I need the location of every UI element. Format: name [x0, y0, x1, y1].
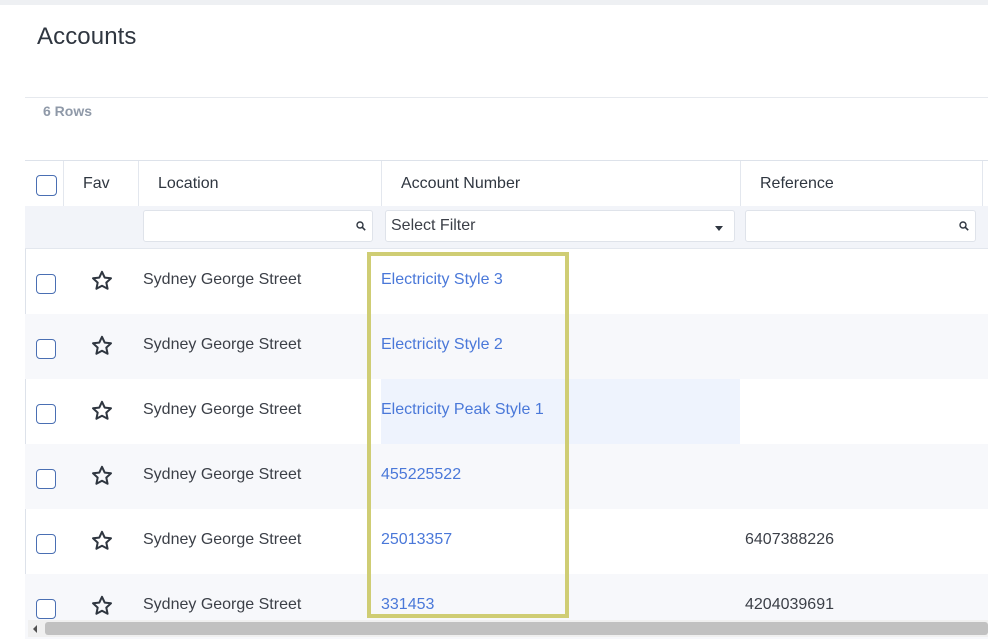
reference-cell: 6407388226 [745, 531, 834, 548]
table-row: Sydney George Street Electricity Style 3 [25, 249, 988, 314]
header-account-number-label: Account Number [401, 174, 521, 192]
table-row: Sydney George Street 25013357 6407388226 [25, 509, 988, 574]
header-reference-label: Reference [760, 174, 834, 192]
account-number-link[interactable]: Electricity Style 3 [381, 271, 503, 289]
location-cell: Sydney George Street [143, 401, 302, 418]
horizontal-scrollbar[interactable] [28, 620, 988, 637]
header-account-number[interactable]: Account Number [382, 161, 741, 206]
star-outline-icon[interactable] [90, 594, 114, 618]
row-checkbox[interactable] [36, 534, 56, 554]
account-number-filter-value: Select Filter [391, 217, 476, 234]
star-outline-icon[interactable] [90, 334, 114, 358]
row-checkbox[interactable] [36, 404, 56, 424]
magnifier-icon [356, 221, 366, 231]
header-location[interactable]: Location [139, 161, 382, 206]
scrollbar-thumb[interactable] [45, 622, 988, 635]
accounts-grid: Fav Location Account Number Reference Se… [25, 160, 988, 640]
location-cell: Sydney George Street [143, 271, 302, 288]
row-checkbox[interactable] [36, 599, 56, 619]
location-cell: Sydney George Street [143, 466, 302, 483]
location-cell: Sydney George Street [143, 336, 302, 353]
star-outline-icon[interactable] [90, 529, 114, 553]
account-number-link[interactable]: 25013357 [381, 531, 452, 549]
table-row: Sydney George Street Electricity Style 2 [25, 314, 988, 379]
location-cell: Sydney George Street [143, 596, 302, 613]
header-fav-label: Fav [83, 174, 110, 192]
star-outline-icon[interactable] [90, 399, 114, 423]
account-number-link[interactable]: Electricity Peak Style 1 [381, 401, 544, 419]
location-filter-input[interactable] [143, 210, 373, 242]
arrow-left-icon[interactable] [33, 625, 37, 633]
header-select-cell [25, 161, 64, 206]
row-checkbox[interactable] [36, 274, 56, 294]
account-number-filter-select[interactable]: Select Filter [385, 210, 735, 242]
filter-row: Select Filter [25, 206, 988, 249]
location-cell: Sydney George Street [143, 531, 302, 548]
row-checkbox[interactable] [36, 339, 56, 359]
magnifier-icon [959, 221, 969, 231]
table-row: Sydney George Street Electricity Peak St… [25, 379, 988, 444]
account-number-link[interactable]: Electricity Style 2 [381, 336, 503, 354]
table-row: Sydney George Street 455225522 [25, 444, 988, 509]
header-row: Fav Location Account Number Reference [25, 161, 988, 206]
star-outline-icon[interactable] [90, 269, 114, 293]
row-count: 6 Rows [43, 103, 93, 119]
page-title: Accounts [37, 23, 137, 50]
top-bar [0, 0, 988, 5]
header-location-label: Location [158, 174, 219, 192]
header-fav[interactable]: Fav [64, 161, 139, 206]
reference-filter-input[interactable] [745, 210, 976, 242]
select-all-checkbox[interactable] [36, 175, 57, 196]
row-checkbox[interactable] [36, 469, 56, 489]
account-number-link[interactable]: 331453 [381, 596, 434, 614]
caret-down-icon [715, 226, 723, 231]
star-outline-icon[interactable] [90, 464, 114, 488]
header-reference[interactable]: Reference [741, 161, 983, 206]
account-number-link[interactable]: 455225522 [381, 466, 461, 484]
reference-cell: 4204039691 [745, 596, 834, 613]
title-divider [25, 97, 988, 98]
